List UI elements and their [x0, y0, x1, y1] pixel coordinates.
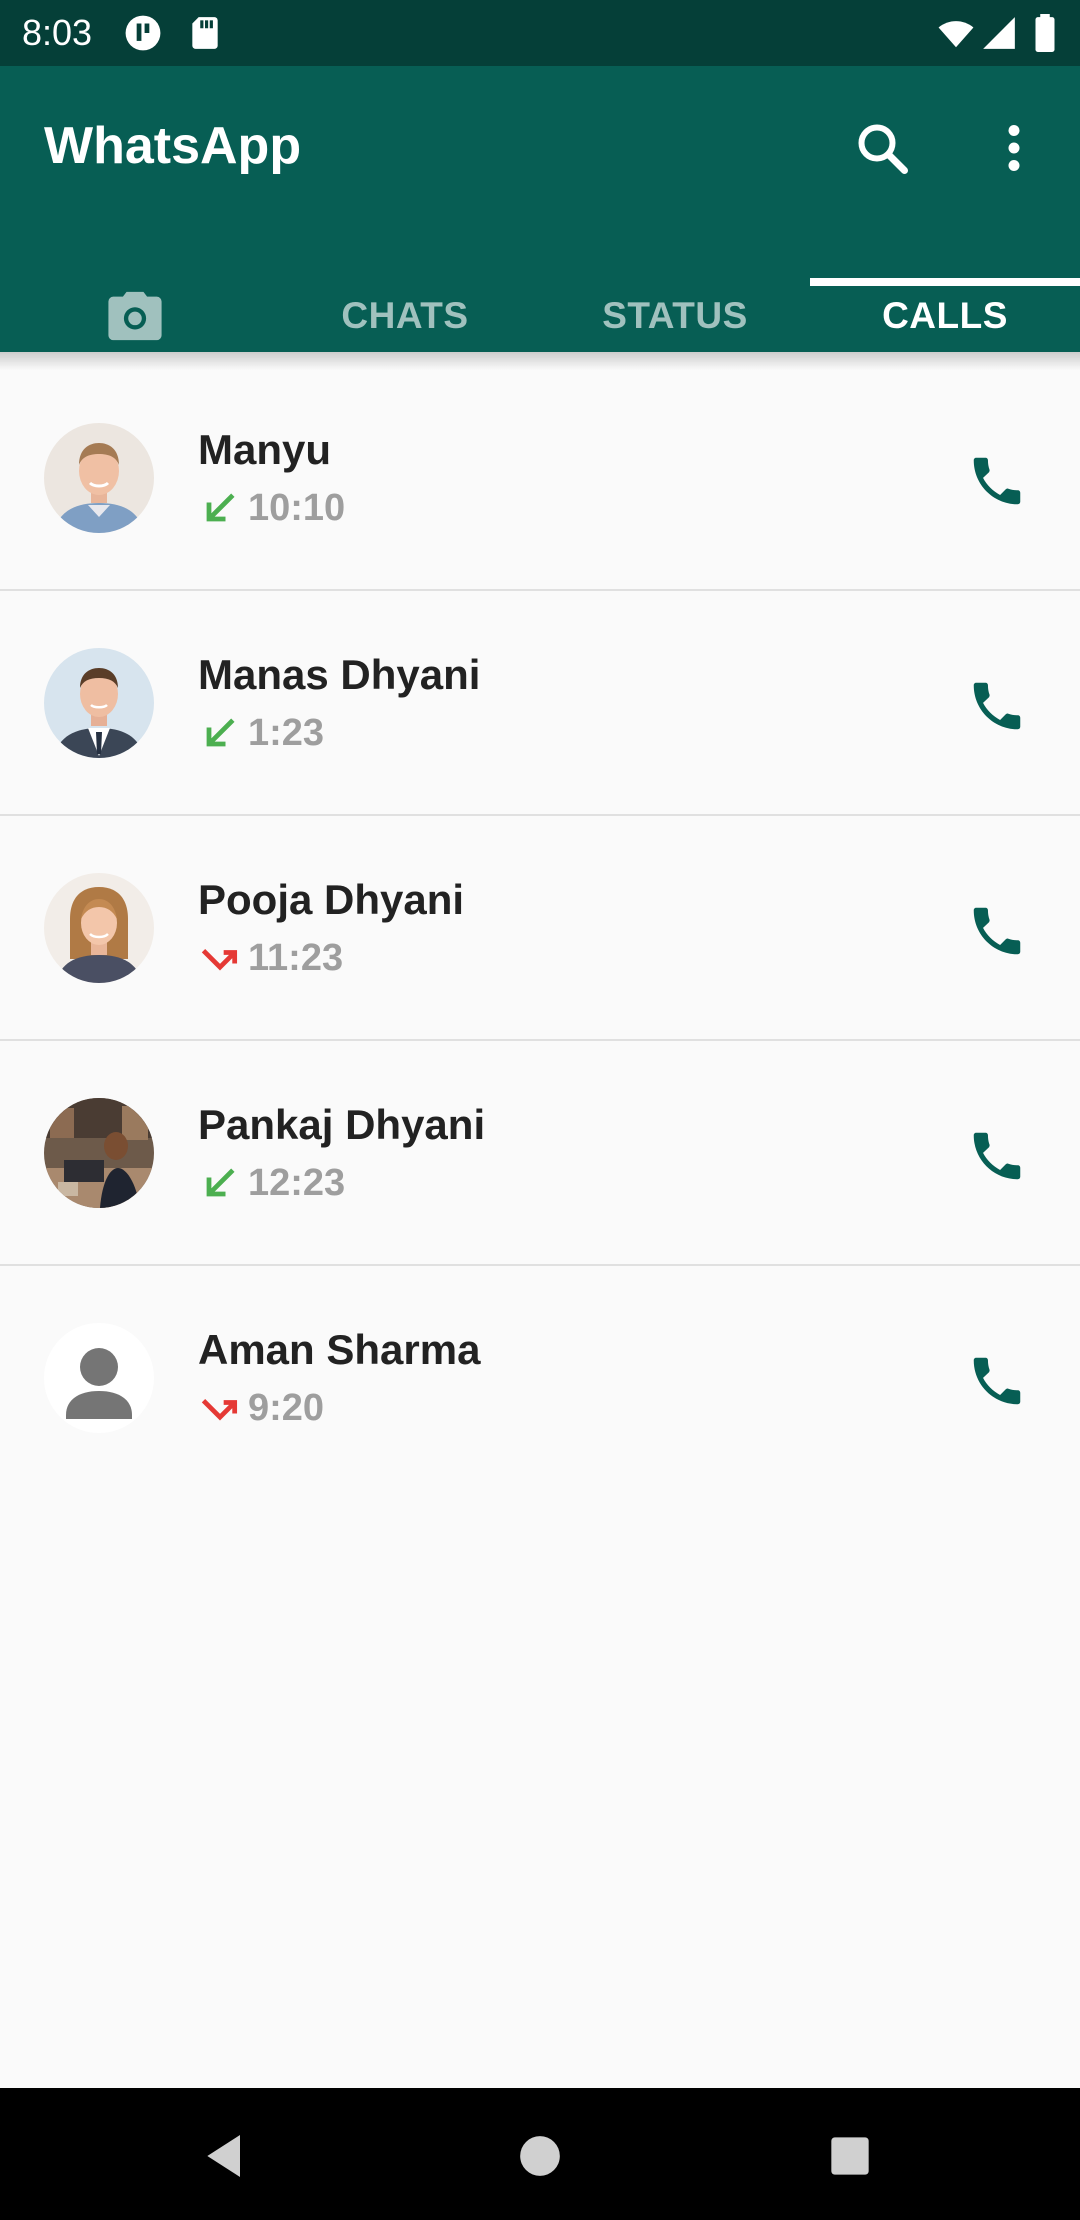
wifi-icon	[938, 21, 974, 48]
phone-call-icon[interactable]	[966, 675, 1028, 737]
phone-call-icon[interactable]	[966, 1125, 1028, 1187]
battery-icon	[1035, 14, 1055, 52]
back-icon[interactable]	[198, 2128, 254, 2184]
call-time: 11:23	[248, 937, 344, 979]
phone-call-icon[interactable]	[966, 450, 1028, 512]
system-nav-bar	[0, 2088, 1080, 2220]
call-row[interactable]: Aman Sharma 9:20	[0, 1266, 1080, 1491]
phone-call-icon[interactable]	[966, 1350, 1028, 1412]
contact-name: Aman Sharma	[198, 1326, 481, 1373]
call-meta: 10:10	[198, 482, 345, 534]
call-meta: 1:23	[198, 707, 324, 759]
contact-photo	[44, 648, 154, 758]
tab-status[interactable]: STATUS	[540, 280, 810, 352]
call-row[interactable]: Pankaj Dhyani 12:23	[0, 1041, 1080, 1266]
call-meta: 9:20	[198, 1382, 324, 1434]
tab-calls[interactable]: CALLS	[810, 280, 1080, 352]
contact-name: Pooja Dhyani	[198, 876, 465, 923]
avatar[interactable]	[44, 873, 154, 983]
app-bar: WhatsApp CHATS STATUS CALLS	[0, 66, 1080, 352]
call-row[interactable]: Pooja Dhyani 11:23	[0, 816, 1080, 1041]
status-time: 8:03	[22, 12, 93, 53]
status-bar: 8:03	[0, 0, 1080, 66]
incoming-call-arrow-icon	[206, 1168, 235, 1197]
phone-call-icon[interactable]	[966, 900, 1028, 962]
missed-call-arrow-icon	[201, 948, 238, 971]
call-time: 1:23	[248, 712, 325, 754]
app-title: WhatsApp	[44, 117, 302, 175]
avatar[interactable]	[44, 423, 154, 533]
camera-icon	[108, 291, 162, 341]
call-time: 10:10	[248, 487, 346, 529]
contact-photo	[44, 873, 154, 983]
avatar[interactable]	[44, 1323, 154, 1433]
contact-name: Pankaj Dhyani	[198, 1101, 486, 1148]
avatar[interactable]	[44, 1098, 154, 1208]
call-time: 9:20	[248, 1387, 325, 1429]
tab-bar: CHATS STATUS CALLS	[0, 280, 1080, 352]
call-row[interactable]: Manyu 10:10	[0, 366, 1080, 591]
search-icon[interactable]	[852, 118, 912, 178]
incoming-call-arrow-icon	[206, 718, 235, 747]
more-vert-icon[interactable]	[984, 118, 1044, 178]
sd-card-icon	[192, 17, 218, 49]
call-list: Manyu 10:10 Manas Dhyani 1:23 Pooja Dhya…	[0, 366, 1080, 1491]
tab-camera[interactable]	[0, 280, 270, 352]
active-tab-indicator	[810, 278, 1080, 286]
notification-icon	[125, 15, 161, 51]
call-time: 12:23	[248, 1162, 346, 1204]
default-avatar-icon	[44, 1323, 154, 1433]
signal-icon	[983, 17, 1015, 49]
contact-photo	[44, 1098, 154, 1208]
contact-name: Manas Dhyani	[198, 651, 481, 698]
contact-name: Manyu	[198, 426, 332, 473]
contact-photo	[44, 423, 154, 533]
tab-chats[interactable]: CHATS	[270, 280, 540, 352]
recents-icon[interactable]	[822, 2128, 878, 2184]
avatar[interactable]	[44, 648, 154, 758]
call-meta: 11:23	[198, 932, 343, 984]
call-row[interactable]: Manas Dhyani 1:23	[0, 591, 1080, 816]
incoming-call-arrow-icon	[206, 493, 235, 522]
call-meta: 12:23	[198, 1157, 345, 1209]
home-icon[interactable]	[512, 2128, 568, 2184]
missed-call-arrow-icon	[201, 1398, 238, 1421]
